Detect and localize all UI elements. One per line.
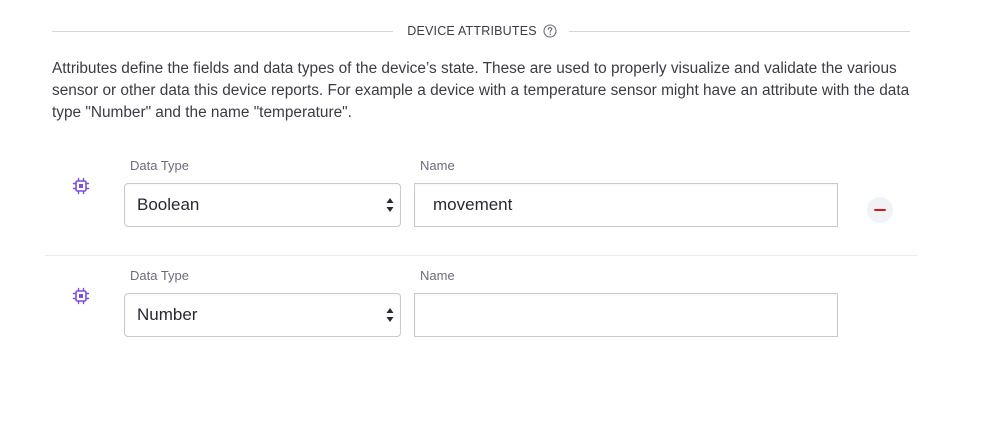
- data-type-select[interactable]: Boolean: [124, 183, 401, 227]
- header-rule-right: [568, 30, 911, 32]
- remove-attribute-button[interactable]: [867, 197, 893, 223]
- select-arrows-icon: [386, 307, 394, 323]
- section-title: DEVICE ATTRIBUTES: [407, 24, 537, 38]
- attribute-row: Data Type Name Number: [0, 255, 999, 337]
- question-circle-icon[interactable]: [543, 24, 557, 38]
- select-arrows-icon: [386, 197, 394, 213]
- data-type-label: Data Type: [130, 268, 190, 283]
- section-header: DEVICE ATTRIBUTES: [52, 21, 911, 41]
- chip-icon: [72, 177, 90, 195]
- device-attributes-page: DEVICE ATTRIBUTES Attributes define the …: [0, 0, 999, 424]
- data-type-select[interactable]: Number: [124, 293, 401, 337]
- name-label: Name: [420, 158, 455, 173]
- data-type-label: Data Type: [130, 158, 190, 173]
- data-type-select-value: Boolean: [137, 195, 200, 214]
- attribute-name-value: movement: [433, 195, 513, 214]
- data-type-select-value: Number: [137, 305, 198, 324]
- chip-icon: [72, 287, 90, 305]
- attribute-name-input[interactable]: movement: [414, 183, 838, 227]
- name-label: Name: [420, 268, 455, 283]
- attribute-name-input[interactable]: [414, 293, 838, 337]
- header-rule-left: [52, 30, 394, 32]
- attribute-row: Data Type Name Boolean movement: [0, 145, 999, 227]
- section-description: Attributes define the fields and data ty…: [52, 60, 910, 121]
- minus-icon: [874, 209, 886, 211]
